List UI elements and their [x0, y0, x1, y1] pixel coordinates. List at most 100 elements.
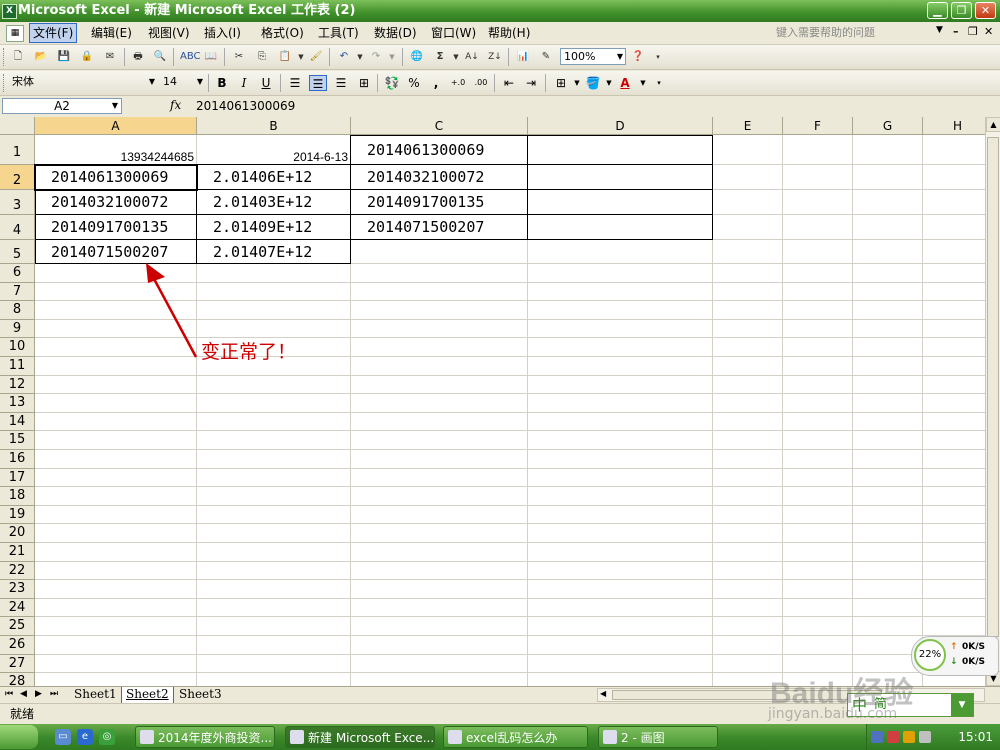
copy-icon[interactable]: ⎘	[254, 49, 270, 65]
print-icon[interactable]: 🖶	[130, 49, 146, 65]
chevron-down-icon: ▼	[148, 77, 155, 86]
vertical-scrollbar[interactable]: ▲ ▼	[985, 117, 1000, 686]
upload-arrow-icon: ↑	[950, 642, 958, 652]
underline-button[interactable]: U	[257, 75, 275, 91]
decrease-indent-icon[interactable]: ⇤	[500, 75, 518, 91]
cut-icon[interactable]: ✂	[231, 49, 247, 65]
menu-edit[interactable]: 编辑(E)	[91, 22, 132, 44]
restore-button[interactable]: ❐	[951, 2, 972, 19]
save-icon[interactable]: 💾	[56, 49, 72, 65]
baidu-watermark-url: jingyan.baidu.com	[768, 706, 898, 722]
paste-icon[interactable]: 📋	[277, 49, 293, 65]
minimize-button[interactable]: ▁	[927, 2, 948, 19]
doc-minimize-button[interactable]: –	[953, 25, 959, 38]
increase-indent-icon[interactable]: ⇥	[522, 75, 540, 91]
antivirus-tray-icon[interactable]	[887, 731, 899, 743]
ie-icon[interactable]: ◎	[99, 729, 115, 745]
menu-data[interactable]: 数据(D)	[374, 22, 417, 44]
taskbar-item-4[interactable]: 2 - 画图	[598, 726, 718, 748]
align-center-icon[interactable]: ☰	[309, 75, 327, 91]
sheet-tab-sheet3[interactable]: Sheet3	[175, 687, 226, 703]
close-button[interactable]: ✕	[975, 2, 996, 19]
volume-tray-icon[interactable]	[903, 731, 915, 743]
menu-tools[interactable]: 工具(T)	[318, 22, 359, 44]
menu-file[interactable]: 文件(F)	[29, 23, 78, 43]
chart-wizard-icon[interactable]: 📊	[515, 49, 531, 65]
print-preview-icon[interactable]: 🔍	[152, 49, 168, 65]
help-icon[interactable]: ❓	[630, 49, 646, 65]
increase-decimal-button[interactable]: +.0	[449, 75, 467, 91]
browser-icon[interactable]: e	[77, 729, 93, 745]
font-size-select[interactable]: 14 ▼	[160, 74, 205, 91]
first-sheet-icon[interactable]: ⏮	[5, 689, 13, 699]
ime-menu-icon[interactable]: ▼	[951, 694, 973, 716]
formula-input[interactable]: 2014061300069	[196, 98, 295, 114]
toolbar-options-icon[interactable]: ▾	[650, 75, 668, 91]
percent-button[interactable]: %	[405, 75, 423, 91]
open-icon[interactable]: 📂	[33, 49, 49, 65]
network-speed-widget[interactable]: 22% ↑ 0K/S ↓ 0K/S	[911, 636, 999, 676]
chevron-down-icon[interactable]: ▼	[448, 49, 464, 65]
research-icon[interactable]: 📖	[203, 49, 219, 65]
permission-icon[interactable]: 🔒	[79, 49, 95, 65]
font-name-select[interactable]: 宋体 ▼	[9, 74, 157, 91]
doc-close-button[interactable]: ✕	[984, 25, 993, 38]
name-box[interactable]: A2 ▼	[2, 98, 122, 114]
email-icon[interactable]: ✉	[102, 49, 118, 65]
taskbar-item-1[interactable]: 2014年度外商投资...	[135, 726, 275, 748]
toolbar-options-icon[interactable]: ▾	[650, 49, 666, 65]
excel-icon[interactable]: X	[2, 4, 17, 19]
redo-icon[interactable]: ↷	[368, 49, 384, 65]
chevron-down-icon[interactable]: ▼	[352, 49, 368, 65]
chevron-down-icon[interactable]: ▼	[293, 49, 309, 65]
align-right-icon[interactable]: ☰	[332, 75, 350, 91]
prev-sheet-icon[interactable]: ◀	[20, 689, 27, 699]
decrease-decimal-button[interactable]: .00	[472, 75, 490, 91]
worksheet-grid[interactable]: ABCDEFGH 1 2 3 4 5 6 7 8 9 10 11 12 13 14 15 16 17 18 19 20…	[0, 117, 985, 686]
undo-icon[interactable]: ↶	[336, 49, 352, 65]
last-sheet-icon[interactable]: ⏭	[50, 689, 58, 699]
sheet-tab-sheet1[interactable]: Sheet1	[70, 687, 121, 703]
align-left-icon[interactable]: ☰	[286, 75, 304, 91]
menu-view[interactable]: 视图(V)	[148, 22, 190, 44]
insert-function-icon[interactable]: fx	[170, 98, 181, 112]
shield-icon[interactable]	[919, 731, 931, 743]
network-tray-icon[interactable]	[871, 731, 883, 743]
sort-ascending-icon[interactable]: A↓	[464, 49, 480, 65]
comma-button[interactable]: ,	[427, 75, 445, 91]
scroll-up-icon[interactable]: ▲	[986, 117, 1000, 132]
chevron-down-icon[interactable]: ▼	[384, 49, 400, 65]
vertical-scroll-thumb[interactable]	[987, 137, 999, 637]
menu-insert[interactable]: 插入(I)	[204, 22, 241, 44]
taskbar: ▭ e ◎ 2014年度外商投资... 新建 Microsoft Exce... e…	[0, 724, 1000, 750]
format-painter-icon[interactable]: 🖌	[308, 49, 324, 65]
help-question-input[interactable]: 键入需要帮助的问题	[776, 25, 946, 41]
drawing-icon[interactable]: ✎	[538, 49, 554, 65]
scroll-left-icon[interactable]: ◀	[600, 689, 606, 698]
zoom-select[interactable]: 100% ▼	[560, 48, 626, 65]
doc-restore-button[interactable]: ❐	[968, 25, 978, 38]
hyperlink-icon[interactable]: 🌐	[409, 49, 425, 65]
sheet-tab-sheet2[interactable]: Sheet2	[121, 687, 174, 704]
sort-descending-icon[interactable]: Z↓	[487, 49, 503, 65]
show-desktop-icon[interactable]: ▭	[55, 729, 71, 745]
merge-center-icon[interactable]: ⊞	[355, 75, 373, 91]
workbook-icon[interactable]: ▦	[6, 25, 24, 42]
start-button[interactable]	[0, 725, 38, 749]
menu-format[interactable]: 格式(O)	[261, 22, 304, 44]
font-color-icon[interactable]: A	[616, 75, 634, 91]
taskbar-item-label: 新建 Microsoft Exce...	[308, 731, 435, 745]
spelling-icon[interactable]: ABC	[180, 49, 201, 65]
menu-help[interactable]: 帮助(H)	[488, 22, 530, 44]
new-icon[interactable]: 🗋	[10, 49, 26, 65]
autosum-icon[interactable]: Σ	[432, 49, 448, 65]
bold-button[interactable]: B	[213, 75, 231, 91]
taskbar-item-3[interactable]: excel乱码怎么办	[443, 726, 588, 748]
next-sheet-icon[interactable]: ▶	[35, 689, 42, 699]
chevron-down-icon[interactable]: ▼	[936, 25, 943, 35]
taskbar-item-2[interactable]: 新建 Microsoft Exce...	[285, 726, 435, 748]
chevron-down-icon: ▼	[196, 77, 203, 86]
currency-icon[interactable]: 💱	[383, 75, 401, 91]
italic-button[interactable]: I	[235, 75, 253, 91]
menu-window[interactable]: 窗口(W)	[431, 22, 476, 44]
